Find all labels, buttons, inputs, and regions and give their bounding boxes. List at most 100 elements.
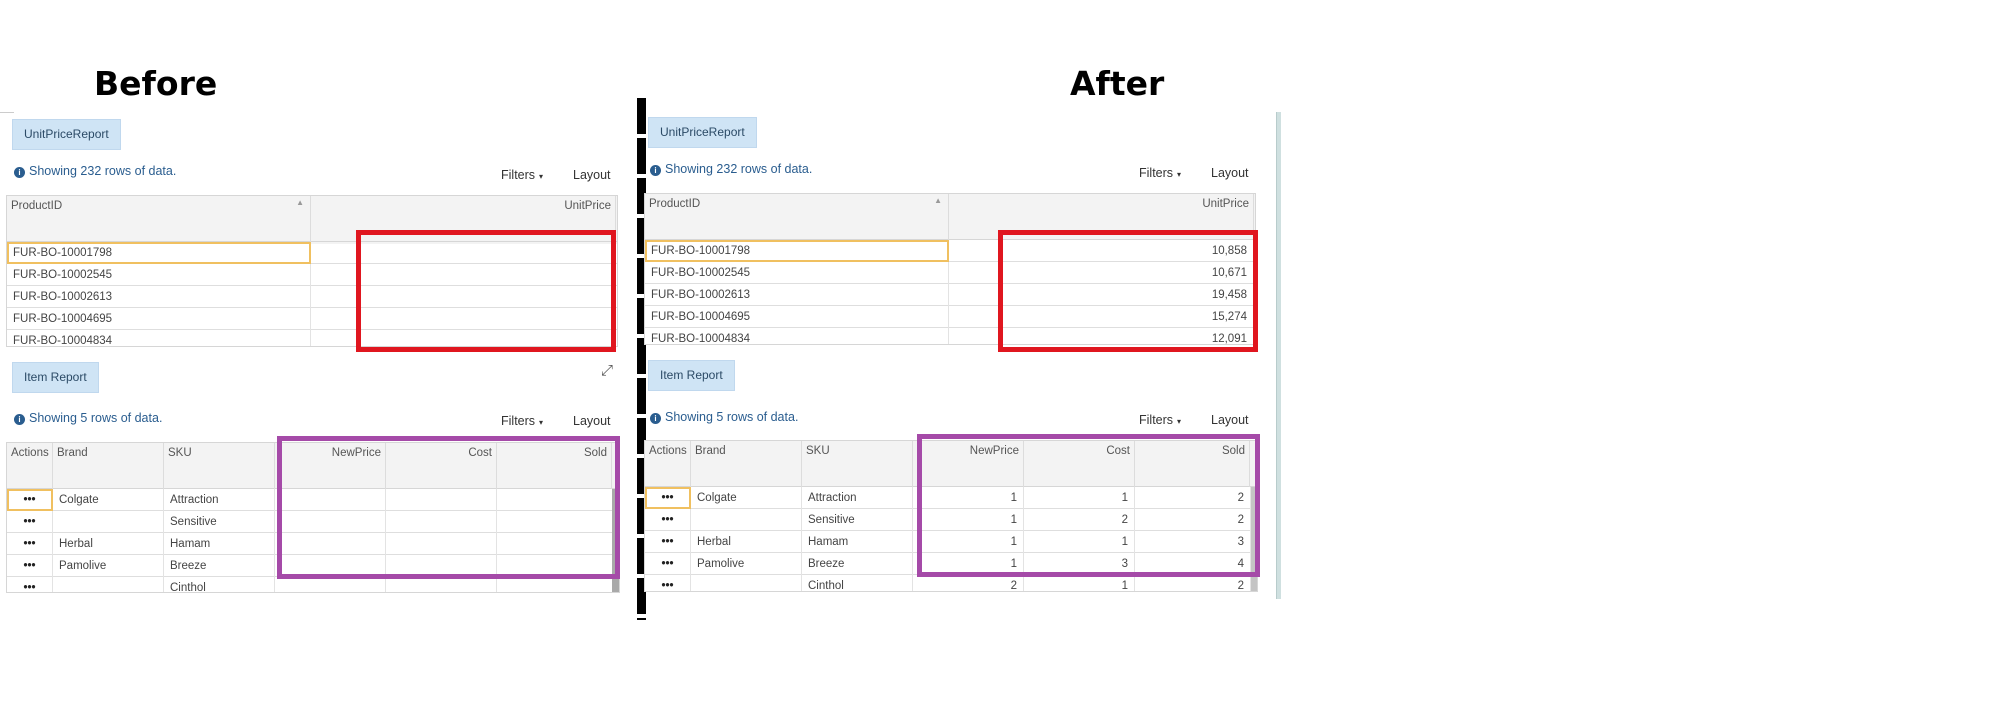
info-icon: i [650, 165, 661, 176]
row-actions-button[interactable]: ••• [645, 487, 691, 509]
row-actions-button[interactable]: ••• [7, 511, 53, 533]
productid-cell[interactable]: FUR-BO-10004695 [7, 308, 311, 330]
productid-cell[interactable]: FUR-BO-10001798 [645, 240, 949, 262]
productid-cell[interactable]: FUR-BO-10004695 [645, 306, 949, 328]
unitprice-layout-button[interactable]: Layout [1211, 166, 1249, 180]
unitpricereport-button[interactable]: UnitPriceReport [648, 117, 757, 148]
productid-cell[interactable]: FUR-BO-10002613 [7, 286, 311, 308]
sku-cell[interactable]: Attraction [802, 487, 913, 509]
brand-cell[interactable]: Pamolive [691, 553, 802, 575]
productid-cell[interactable]: FUR-BO-10001798 [7, 242, 311, 264]
item-layout-button[interactable]: Layout [573, 414, 611, 428]
panel-edge [1276, 112, 1281, 599]
table-row[interactable]: ••• Cinthol 2 1 2 [645, 575, 1251, 591]
sku-cell[interactable]: Breeze [802, 553, 913, 575]
brand-cell[interactable]: Herbal [691, 531, 802, 553]
item-layout-button[interactable]: Layout [1211, 413, 1249, 427]
column-header-actions[interactable]: Actions [7, 443, 53, 489]
info-icon: i [650, 413, 661, 424]
after-title: After [1070, 64, 1165, 103]
row-actions-button[interactable]: ••• [7, 577, 53, 592]
column-header-sku[interactable]: SKU [164, 443, 275, 489]
sold-cell[interactable]: 2 [1135, 575, 1251, 591]
sku-cell[interactable]: Sensitive [802, 509, 913, 531]
brand-cell[interactable]: Colgate [691, 487, 802, 509]
brand-cell[interactable] [53, 577, 164, 592]
caret-down-icon: ▾ [1177, 170, 1182, 179]
row-actions-button[interactable]: ••• [645, 553, 691, 575]
sku-cell[interactable]: Cinthol [802, 575, 913, 591]
productid-cell[interactable]: FUR-BO-10002545 [645, 262, 949, 284]
newprice-cell[interactable]: 2 [913, 575, 1024, 591]
table-row[interactable]: ••• Cinthol [7, 577, 615, 592]
sort-asc-icon: ▲ [934, 196, 942, 205]
productid-cell[interactable]: FUR-BO-10002545 [7, 264, 311, 286]
brand-cell[interactable]: Colgate [53, 489, 164, 511]
column-label: ProductID [11, 200, 63, 212]
row-actions-button[interactable]: ••• [7, 533, 53, 555]
item-info-text: Showing 5 rows of data. [665, 410, 799, 424]
cost-cell[interactable]: 1 [1024, 575, 1135, 591]
caret-down-icon: ▾ [539, 418, 544, 427]
brand-cell[interactable] [691, 575, 802, 591]
column-header-productid[interactable]: ProductID ▲ [7, 196, 311, 242]
unitprice-info-text: Showing 232 rows of data. [665, 162, 813, 176]
row-actions-button[interactable]: ••• [7, 489, 53, 511]
column-header-productid[interactable]: ProductID ▲ [645, 194, 949, 240]
sold-cell[interactable] [497, 577, 615, 592]
column-header-actions[interactable]: Actions [645, 441, 691, 487]
unitprice-info: i Showing 232 rows of data. [650, 162, 812, 176]
row-actions-button[interactable]: ••• [645, 509, 691, 531]
brand-cell[interactable] [691, 509, 802, 531]
newprice-cell[interactable] [275, 577, 386, 592]
unitprice-filters-button[interactable]: Filters ▾ [1139, 166, 1181, 180]
filters-label: Filters [1139, 413, 1174, 427]
sku-cell[interactable]: Breeze [164, 555, 275, 577]
productid-cell[interactable]: FUR-BO-10002613 [645, 284, 949, 306]
brand-cell[interactable] [53, 511, 164, 533]
productid-cell[interactable]: FUR-BO-10004834 [645, 328, 949, 344]
item-info: i Showing 5 rows of data. [14, 411, 162, 425]
column-header-sku[interactable]: SKU [802, 441, 913, 487]
before-title: Before [94, 64, 218, 103]
item-info: i Showing 5 rows of data. [650, 410, 798, 424]
item-report-button[interactable]: Item Report [12, 362, 99, 393]
sku-cell[interactable]: Sensitive [164, 511, 275, 533]
comparison-page: Before After UnitPriceReport i Showing 23… [0, 0, 1996, 720]
filters-label: Filters [1139, 166, 1174, 180]
column-header-brand[interactable]: Brand [53, 443, 164, 489]
unitprice-info: i Showing 232 rows of data. [14, 164, 176, 178]
unitprice-filters-button[interactable]: Filters ▾ [501, 168, 543, 182]
item-info-text: Showing 5 rows of data. [29, 411, 163, 425]
unitprice-layout-button[interactable]: Layout [573, 168, 611, 182]
brand-cell[interactable]: Herbal [53, 533, 164, 555]
caret-down-icon: ▾ [1177, 417, 1182, 426]
corner-mark [0, 112, 14, 113]
filters-label: Filters [501, 168, 536, 182]
info-icon: i [14, 414, 25, 425]
item-report-button[interactable]: Item Report [648, 360, 735, 391]
unitprice-highlight-box [998, 230, 1258, 352]
sort-asc-icon: ▲ [296, 198, 304, 207]
unitprice-highlight-box [356, 230, 616, 352]
expand-icon[interactable]: ⤢ [601, 362, 613, 379]
sku-cell[interactable]: Attraction [164, 489, 275, 511]
column-header-brand[interactable]: Brand [691, 441, 802, 487]
unitpricereport-button[interactable]: UnitPriceReport [12, 119, 121, 150]
filters-label: Filters [501, 414, 536, 428]
productid-cell[interactable]: FUR-BO-10004834 [7, 330, 311, 346]
caret-down-icon: ▾ [539, 172, 544, 181]
sku-cell[interactable]: Cinthol [164, 577, 275, 592]
cost-cell[interactable] [386, 577, 497, 592]
item-filters-button[interactable]: Filters ▾ [501, 414, 543, 428]
sku-cell[interactable]: Hamam [802, 531, 913, 553]
item-filters-button[interactable]: Filters ▾ [1139, 413, 1181, 427]
price-columns-highlight-box [277, 436, 620, 579]
price-columns-highlight-box [917, 434, 1260, 577]
sku-cell[interactable]: Hamam [164, 533, 275, 555]
row-actions-button[interactable]: ••• [7, 555, 53, 577]
row-actions-button[interactable]: ••• [645, 531, 691, 553]
brand-cell[interactable]: Pamolive [53, 555, 164, 577]
row-actions-button[interactable]: ••• [645, 575, 691, 591]
info-icon: i [14, 167, 25, 178]
